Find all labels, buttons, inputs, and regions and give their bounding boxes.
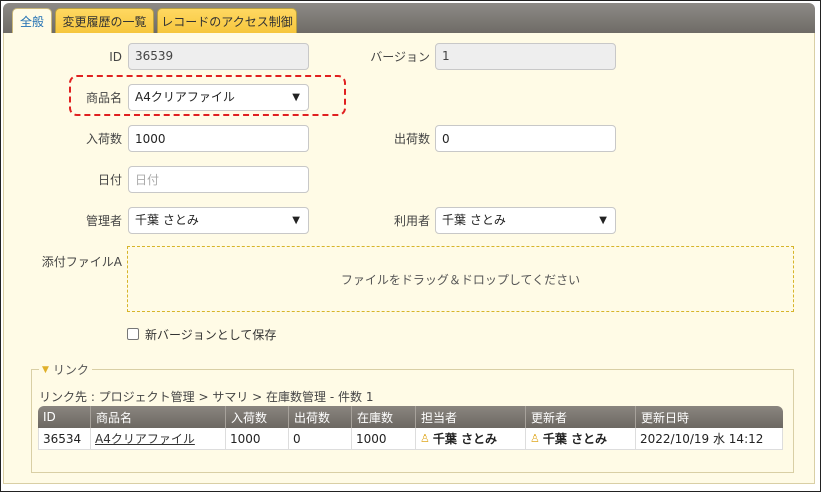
- file-dropzone[interactable]: ファイルをドラッグ＆ドロップしてください: [127, 246, 794, 312]
- cell-out: 0: [289, 428, 352, 450]
- product-link[interactable]: A4クリアファイル: [95, 432, 195, 446]
- tab-general[interactable]: 全般: [12, 8, 52, 33]
- tab-bar: 全般 変更履歴の一覧 レコードのアクセス制御: [3, 3, 815, 33]
- triangle-down-icon: ▼: [42, 364, 49, 375]
- in-qty-label: 入荷数: [85, 132, 122, 146]
- product-label: 商品名: [85, 91, 122, 105]
- col-header-id[interactable]: ID: [38, 406, 91, 428]
- id-label: ID: [109, 50, 122, 64]
- version-label: バージョン: [370, 50, 430, 64]
- cell-in: 1000: [226, 428, 289, 450]
- owner-name: 千葉 さとみ: [432, 432, 498, 446]
- product-select[interactable]: A4クリアファイル ▼: [128, 84, 309, 111]
- col-header-product[interactable]: 商品名: [91, 406, 226, 428]
- cell-updated: 2022/10/19 水 14:12: [636, 428, 783, 450]
- new-version-label[interactable]: 新バージョンとして保存: [145, 326, 276, 343]
- manager-select[interactable]: 千葉 さとみ ▼: [128, 207, 309, 234]
- owner-user: ♙ 千葉 さとみ: [420, 430, 521, 447]
- date-input[interactable]: [128, 166, 309, 193]
- col-header-owner[interactable]: 担当者: [416, 406, 526, 428]
- out-qty-label: 出荷数: [393, 132, 430, 146]
- cell-owner: ♙ 千葉 さとみ: [416, 428, 526, 450]
- cell-product: A4クリアファイル: [91, 428, 226, 450]
- user-icon: ♙: [420, 432, 430, 445]
- link-legend-label: リンク: [52, 363, 89, 377]
- chevron-down-icon: ▼: [292, 215, 300, 226]
- attachment-label: 添付ファイルA: [41, 255, 122, 269]
- out-qty-input[interactable]: [435, 125, 616, 152]
- user-icon: ♙: [530, 432, 540, 445]
- col-header-updated[interactable]: 更新日時: [636, 406, 783, 428]
- table-row[interactable]: 36534 A4クリアファイル 1000 0 1000 ♙ 千葉 さとみ ♙ 千…: [38, 428, 783, 450]
- product-select-value: A4クリアファイル: [135, 90, 235, 104]
- link-path: リンク先 : プロジェクト管理 > サマリ > 在庫数管理 - 件数 1: [39, 390, 374, 404]
- version-field: 1: [435, 43, 616, 70]
- table-header-row: ID 商品名 入荷数 出荷数 在庫数 担当者 更新者 更新日時: [38, 406, 783, 428]
- col-header-out[interactable]: 出荷数: [289, 406, 352, 428]
- user-select[interactable]: 千葉 さとみ ▼: [435, 207, 616, 234]
- new-version-checkbox[interactable]: [127, 328, 139, 340]
- tab-change-history[interactable]: 変更履歴の一覧: [55, 8, 154, 33]
- cell-stock: 1000: [352, 428, 416, 450]
- cell-updater: ♙ 千葉 さとみ: [526, 428, 636, 450]
- in-qty-input[interactable]: [128, 125, 309, 152]
- dropzone-text: ファイルをドラッグ＆ドロップしてください: [340, 272, 581, 287]
- id-field: 36539: [128, 43, 309, 70]
- updater-user: ♙ 千葉 さとみ: [530, 430, 631, 447]
- tab-access-control[interactable]: レコードのアクセス制御: [157, 8, 297, 33]
- link-legend[interactable]: ▼ リンク: [39, 361, 92, 378]
- manager-select-value: 千葉 さとみ: [135, 213, 199, 227]
- user-select-value: 千葉 さとみ: [442, 213, 506, 227]
- col-header-updater[interactable]: 更新者: [526, 406, 636, 428]
- chevron-down-icon: ▼: [599, 215, 607, 226]
- user-label: 利用者: [393, 214, 430, 228]
- link-table: ID 商品名 入荷数 出荷数 在庫数 担当者 更新者 更新日時 36534 A4…: [38, 406, 783, 450]
- date-label: 日付: [97, 173, 122, 187]
- chevron-down-icon: ▼: [292, 92, 300, 103]
- cell-id: 36534: [38, 428, 91, 450]
- manager-label: 管理者: [85, 214, 122, 228]
- col-header-in[interactable]: 入荷数: [226, 406, 289, 428]
- updater-name: 千葉 さとみ: [542, 432, 608, 446]
- col-header-stock[interactable]: 在庫数: [352, 406, 416, 428]
